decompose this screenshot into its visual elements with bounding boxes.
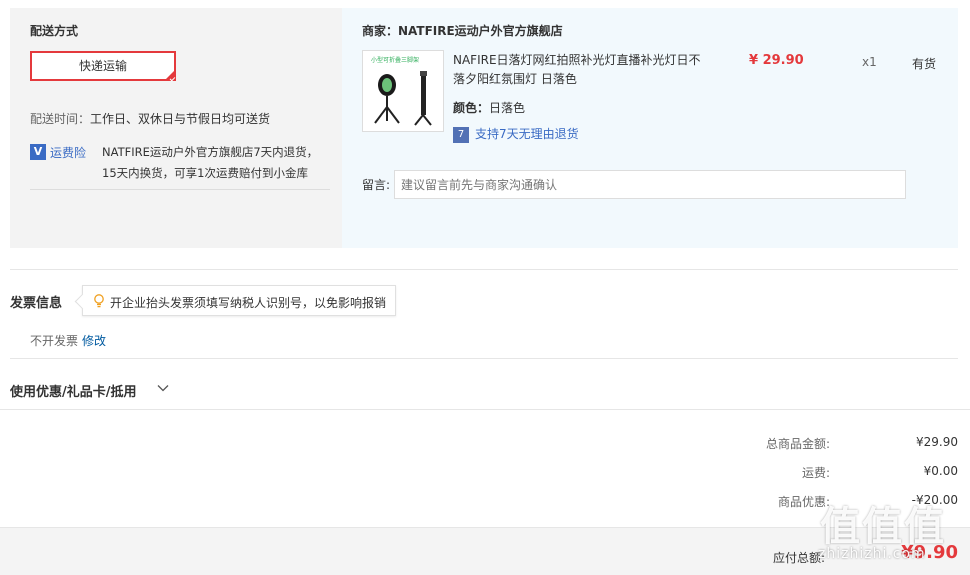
return-policy-label: 支持7天无理由退货 (475, 127, 579, 141)
coupon-toggle[interactable]: 使用优惠/礼品卡/抵用 (10, 381, 137, 400)
divider (0, 409, 970, 410)
invoice-section-title: 发票信息 (10, 296, 63, 311)
shipping-option-label: 快递运输 (78, 59, 127, 73)
chevron-down-icon[interactable] (157, 382, 169, 394)
shipping-section-title: 配送方式 (30, 24, 79, 38)
discount-label: 商品优惠: (777, 495, 830, 509)
total-amount-value: ¥29.90 (916, 435, 958, 449)
product-color: 颜色：日落色 (453, 99, 525, 116)
shipping-fee-value: ¥0.00 (923, 464, 958, 478)
invoice-tip-tooltip: 开企业抬头发票须填写纳税人识别号，以免影响报销 (82, 285, 396, 316)
divider (30, 189, 330, 190)
note-label: 留言: (362, 178, 391, 192)
product-color-label: 颜色： (453, 101, 490, 115)
note-input[interactable] (394, 170, 906, 199)
tripod-light-image: 小型可折叠三脚架 (363, 51, 443, 131)
product-price: ¥ 29.90 (749, 53, 804, 68)
product-name[interactable]: NAFIRE日落灯网红拍照补光灯直播补光灯日不落夕阳红氛围灯 日落色 (453, 51, 701, 89)
return-policy[interactable]: 7 支持7天无理由退货 (453, 125, 579, 143)
seven-day-return-icon: 7 (453, 126, 469, 143)
payable-value: ¥9.90 (901, 542, 958, 563)
product-color-value: 日落色 (489, 101, 526, 115)
delivery-time: 配送时间：工作日、双休日与节假日均可送货 (30, 110, 270, 127)
product-image[interactable]: 小型可折叠三脚架 (362, 50, 444, 132)
delivery-time-label: 配送时间： (30, 112, 91, 126)
divider (10, 269, 958, 270)
insurance-text: NATFIRE运动户外官方旗舰店7天内退货，15天内换货，可享1次运费赔付到小金… (102, 145, 319, 180)
shipping-insurance: V 运费险 NATFIRE运动户外官方旗舰店7天内退货，15天内换货，可享1次运… (30, 141, 330, 191)
product-stock-status: 有货 (912, 57, 937, 71)
divider (10, 358, 958, 359)
discount-value: -¥20.00 (911, 493, 958, 507)
insurance-label[interactable]: 运费险 (50, 144, 86, 161)
shipping-fee-label: 运费: (801, 466, 830, 480)
merchant-name: 商家：NATFIRE运动户外官方旗舰店 (362, 24, 563, 38)
payable-label: 应付总额: (772, 551, 825, 565)
product-quantity: x1 (862, 55, 877, 69)
selected-check-icon (164, 69, 176, 81)
lightbulb-icon (94, 294, 104, 308)
total-amount-label: 总商品金额: (765, 437, 830, 451)
delivery-time-value: 工作日、双休日与节假日均可送货 (90, 112, 271, 126)
shipping-option-express[interactable]: 快递运输 (30, 51, 176, 81)
payable-bar: 应付总额: ¥9.90 (0, 527, 970, 575)
merchant-panel: 商家：NATFIRE运动户外官方旗舰店 小型可折叠三脚架 NAFIRE日落灯网红… (342, 8, 958, 248)
shield-icon: V (30, 144, 46, 160)
invoice-edit-link[interactable]: 修改 (82, 332, 106, 349)
shipping-panel: 配送方式 快递运输 配送时间：工作日、双休日与节假日均可送货 V 运费险 NAT… (10, 8, 342, 248)
thumb-caption: 小型可折叠三脚架 (371, 56, 419, 64)
invoice-tip-text: 开企业抬头发票须填写纳税人识别号，以免影响报销 (110, 296, 387, 310)
invoice-status: 不开发票 (30, 334, 79, 348)
